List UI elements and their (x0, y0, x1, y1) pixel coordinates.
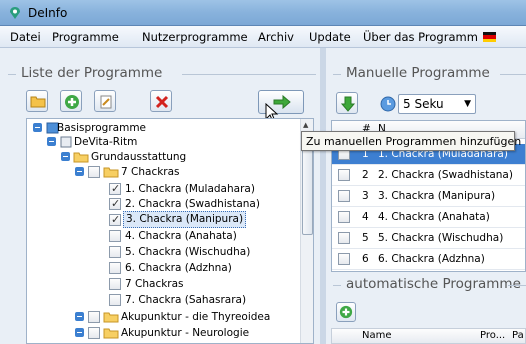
menu-programme[interactable]: Programme (52, 30, 119, 44)
add-to-manual-tooltip: Zu manuellen Programmen hinzufügen (301, 131, 521, 151)
add-auto-button[interactable] (336, 302, 356, 322)
tree-checkbox[interactable] (88, 166, 100, 178)
menu-update[interactable]: Update (309, 30, 351, 44)
tree-label: 5. Chackra (Wischudha) (125, 246, 251, 258)
tree-label: 7 Chackras (121, 166, 180, 178)
row-name: 2. Chackra (Swadhistana) (378, 169, 513, 181)
tree-label: 7 Chackras (125, 278, 184, 290)
tree-label: 4. Chackra (Anahata) (125, 230, 237, 242)
col-header-name[interactable]: Name (362, 330, 392, 341)
tree-checkbox[interactable] (109, 181, 121, 197)
interval-value: 5 Seku (403, 97, 444, 111)
row-num: 3 (362, 190, 369, 202)
plus-icon (339, 305, 353, 319)
scroll-up-icon[interactable]: ▲ (303, 121, 308, 129)
tree-label: 3. Chackra (Manipura) (123, 211, 247, 228)
folder-icon (73, 152, 89, 163)
interval-select[interactable]: 5 Seku ▼ (398, 94, 476, 114)
tree-checkbox[interactable] (109, 196, 121, 212)
title-bar: DeInfo (0, 0, 526, 26)
row-name: 3. Chackra (Manipura) (378, 190, 496, 202)
folder-icon (103, 312, 119, 323)
folder-open-icon (30, 96, 46, 108)
group-line (182, 74, 316, 75)
list-item[interactable]: 4 4. Chackra (Anahata) (332, 207, 525, 228)
tree-checkbox[interactable] (88, 327, 100, 339)
language-flag-icon[interactable] (483, 32, 496, 42)
tree-checkbox[interactable] (109, 262, 121, 274)
tree-label: Akupunktur - die Thyreoidea (121, 311, 271, 323)
tree-checkbox[interactable] (109, 212, 121, 228)
menu-datei[interactable]: Datei (10, 30, 41, 44)
program-tree[interactable]: Basisprogramme DeVita-Ritm Grundausstatt… (26, 118, 314, 344)
row-checkbox[interactable] (338, 190, 350, 202)
delete-button[interactable] (150, 90, 172, 112)
row-checkbox[interactable] (338, 232, 350, 244)
group-line (333, 285, 341, 286)
group-line (333, 74, 341, 75)
edit-icon (100, 95, 112, 109)
plus-icon (65, 95, 79, 109)
row-name: 4. Chackra (Anahata) (378, 211, 490, 223)
folder-icon (103, 328, 119, 339)
tree-label: Grundausstattung (91, 151, 187, 163)
manual-programs-title: Manuelle Programme (341, 65, 495, 81)
row-num: 5 (362, 232, 369, 244)
row-name: 5. Chackra (Wischudha) (378, 232, 504, 244)
clock-icon (380, 96, 396, 112)
open-folder-button[interactable] (26, 90, 48, 112)
menu-ueber[interactable]: Über das Programm (363, 30, 478, 44)
group-line (8, 74, 16, 75)
device-icon (60, 136, 72, 148)
list-item[interactable]: 5 5. Chackra (Wischudha) (332, 228, 525, 249)
tree-scrollbar[interactable]: ▲ (300, 119, 313, 343)
row-checkbox[interactable] (338, 253, 350, 265)
tree-checkbox[interactable] (109, 294, 121, 306)
col-header-pa[interactable]: Pa (512, 330, 524, 341)
add-to-manual-button[interactable] (258, 90, 304, 123)
tree-label: DeVita-Ritm (74, 136, 138, 148)
program-list-title: Liste der Programme (16, 65, 168, 81)
menu-bar: Datei Programme Nutzerprogramme Archiv U… (0, 26, 526, 48)
tree-label: Akupunktur - Neurologie (121, 327, 250, 339)
list-item[interactable]: 6 6. Chackra (Adzhna) (332, 249, 525, 270)
tree-label: 1. Chackra (Muladahara) (125, 183, 255, 195)
row-num: 6 (362, 253, 369, 265)
row-num: 2 (362, 169, 369, 181)
edit-button[interactable] (94, 90, 116, 112)
window-title: DeInfo (28, 6, 68, 20)
menu-archiv[interactable]: Archiv (258, 30, 294, 44)
delete-x-icon (155, 95, 169, 109)
tree-label: 7. Chackra (Sahasrara) (125, 294, 247, 306)
col-header-program[interactable]: Pro... (480, 330, 505, 341)
tree-checkbox[interactable] (109, 230, 121, 242)
list-item[interactable]: 2 2. Chackra (Swadhistana) (332, 165, 525, 186)
move-down-button[interactable] (336, 92, 358, 114)
row-checkbox[interactable] (338, 169, 350, 181)
tree-label: 6. Chackra (Adzhna) (125, 262, 232, 274)
group-line (508, 285, 526, 286)
automatic-programs-title: automatische Programme (341, 276, 526, 292)
add-button[interactable] (60, 90, 82, 112)
arrow-down-icon (340, 96, 356, 112)
row-name: 6. Chackra (Adzhna) (378, 253, 485, 265)
tree-checkbox[interactable] (88, 311, 100, 323)
menu-nutzerprogramme[interactable]: Nutzerprogramme (142, 30, 248, 44)
tree-label: 2. Chackra (Swadhistana) (125, 198, 260, 210)
list-item[interactable]: 3 3. Chackra (Manipura) (332, 186, 525, 207)
auto-list-header: Name Pro... Pa (331, 328, 526, 344)
app-icon (10, 7, 20, 19)
folder-icon (103, 167, 119, 178)
row-checkbox[interactable] (338, 211, 350, 223)
tree-checkbox[interactable] (109, 278, 121, 290)
chevron-down-icon: ▼ (464, 99, 471, 109)
row-num: 4 (362, 211, 369, 223)
group-line (500, 74, 526, 75)
tree-checkbox[interactable] (109, 246, 121, 258)
